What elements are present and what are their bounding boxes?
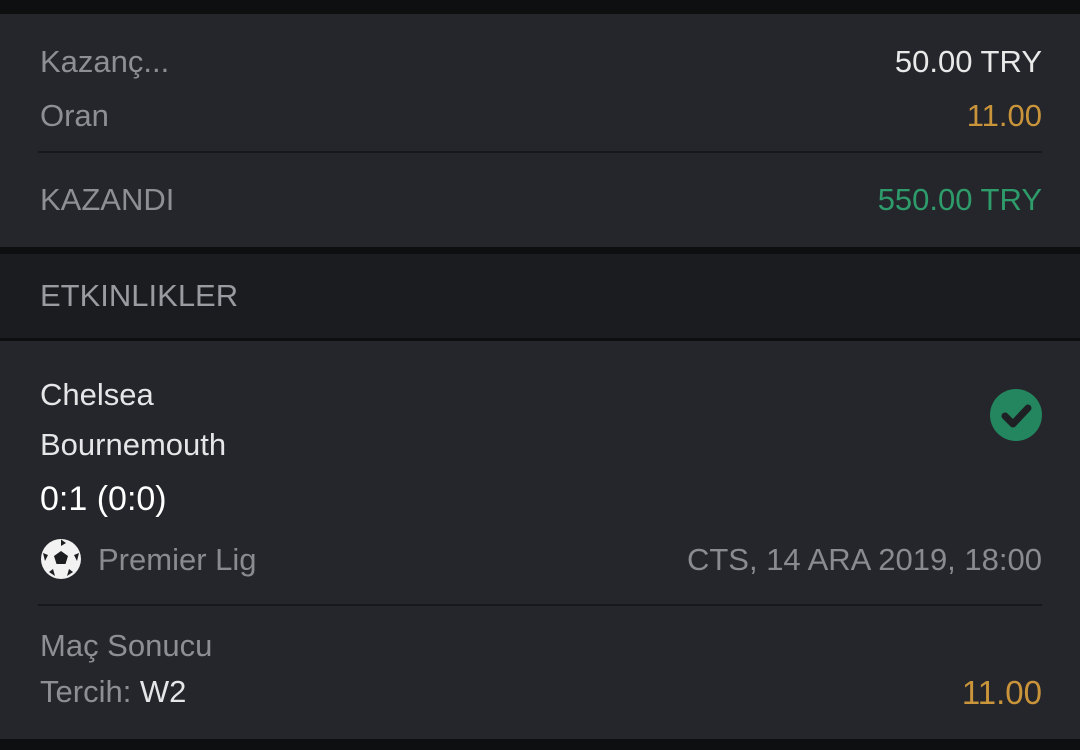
events-header-title: ETKINLIKLER	[40, 278, 239, 313]
result-label: KAZANDI	[40, 182, 175, 217]
result-value: 550.00 TRY	[877, 182, 1042, 217]
selection-odds: 11.00	[961, 674, 1042, 711]
league-name: Premier Lig	[98, 542, 257, 577]
odds-value: 11.00	[966, 98, 1042, 133]
events-section-header: ETKINLIKLER	[0, 254, 1080, 338]
selection-row: Tercih: W2	[40, 674, 186, 710]
match-datetime: CTS, 14 ARA 2019, 18:00	[686, 542, 1042, 577]
stake-label: Kazanç...	[40, 44, 170, 79]
selection-label: Tercih:	[40, 674, 140, 709]
stake-value: 50.00 TRY	[894, 44, 1042, 79]
away-team: Bournemouth	[40, 427, 227, 462]
event-divider	[38, 604, 1042, 606]
summary-divider	[38, 151, 1042, 153]
match-score: 0:1 (0:0)	[40, 480, 167, 518]
soccer-ball-icon	[40, 538, 82, 580]
event-card[interactable]: Chelsea Bournemouth 0:1 (0:0) Premier Li…	[0, 341, 1080, 739]
home-team: Chelsea	[40, 377, 154, 412]
selection-value: W2	[139, 674, 187, 709]
odds-label: Oran	[40, 98, 109, 133]
check-circle-icon	[990, 389, 1042, 441]
bet-summary-panel: Kazanç... 50.00 TRY Oran 11.00 KAZANDI 5…	[0, 14, 1080, 247]
market-name: Maç Sonucu	[40, 628, 213, 663]
